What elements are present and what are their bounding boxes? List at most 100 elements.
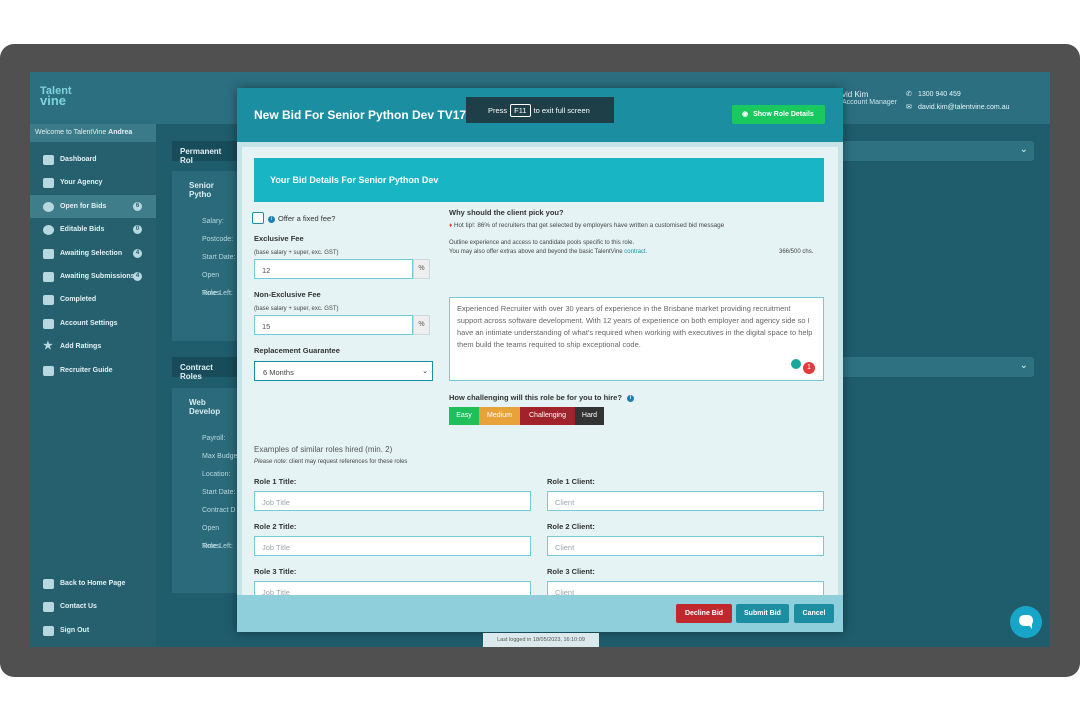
role-1-title-input[interactable]: Job Title: [254, 491, 531, 511]
difficulty-hard-button[interactable]: Hard: [575, 407, 604, 425]
sidebar-item-editable-bids[interactable]: Editable Bids 0: [30, 218, 156, 241]
sidebar-item-recruiter-guide[interactable]: Recruiter Guide: [30, 359, 156, 382]
nonexclusive-fee-label: Non-Exclusive Fee: [254, 290, 321, 299]
sidebar-item-label: Editable Bids: [60, 226, 105, 234]
phone-number[interactable]: 1300 940 459: [918, 91, 961, 98]
awaiting-submissions-count-badge: 4: [133, 271, 142, 281]
sidebar-item-completed[interactable]: Completed: [30, 288, 156, 311]
role-2-title-label: Role 2 Title:: [254, 522, 297, 531]
fixed-fee-label: i Offer a fixed fee?: [268, 214, 335, 223]
grammar-assistant-icon[interactable]: [791, 359, 801, 369]
sidebar-item-label: Your Agency: [60, 179, 103, 187]
contract-role-card-title: Web Develop: [189, 398, 221, 416]
submit-bid-button[interactable]: Submit Bid: [736, 604, 789, 623]
nonexclusive-fee-percent: %: [413, 315, 430, 335]
outline-note: Outline experience and access to candida…: [449, 240, 635, 246]
permanent-role-card-title: Senior Pytho: [189, 181, 214, 199]
permanent-roles-bar[interactable]: ⌄: [842, 141, 1034, 161]
sidebar-item-your-agency[interactable]: Your Agency: [30, 171, 156, 194]
role-2-client-input[interactable]: Client: [547, 536, 824, 556]
nonexclusive-fee-note: (base salary + super, exc. GST): [254, 306, 339, 312]
settings-icon: [43, 318, 54, 329]
guide-icon: [43, 365, 54, 376]
char-count: 366/500 chs.: [779, 249, 814, 255]
sidebar: Welcome to TalentVine Andrea Dashboard Y…: [30, 124, 156, 647]
card-row-time-left: Time Left:: [202, 543, 233, 550]
f11-key: F11: [510, 104, 531, 117]
sidebar-item-label: Sign Out: [60, 626, 90, 634]
sidebar-item-label: Dashboard: [60, 156, 97, 163]
show-role-details-label: Show Role Details: [753, 111, 814, 118]
sidebar-item-label: Recruiter Guide: [60, 366, 113, 374]
sidebar-item-add-ratings[interactable]: ★ Add Ratings: [30, 335, 156, 358]
role-1-client-input[interactable]: Client: [547, 491, 824, 511]
phone-icon: ✆: [906, 91, 912, 98]
contract-roles-header[interactable]: Contract Roles: [172, 357, 242, 381]
cancel-button[interactable]: Cancel: [794, 604, 834, 623]
role-3-client-label: Role 3 Client:: [547, 567, 595, 576]
email-address[interactable]: david.kim@talentvine.com.au: [918, 104, 1010, 111]
home-icon: [43, 579, 54, 589]
talentvine-logo[interactable]: Talent vine: [40, 86, 72, 108]
modal-footer: Decline Bid Submit Bid Cancel: [237, 595, 843, 632]
permanent-role-card[interactable]: Senior Pytho Salary: Postcode: Start Dat…: [172, 171, 238, 341]
examples-note-text: client may request references for these …: [289, 459, 408, 465]
sidebar-item-label: Completed: [60, 296, 97, 304]
sidebar-item-back-home[interactable]: Back to Home Page: [30, 572, 156, 595]
role-1-title-label: Role 1 Title:: [254, 477, 297, 486]
challenge-label: How challenging will this role be for yo…: [449, 393, 637, 402]
sidebar-item-label: Add Ratings: [60, 343, 102, 351]
card-row-contract-duration: Contract D: [202, 507, 236, 514]
role-2-client-label: Role 2 Client:: [547, 522, 595, 531]
bid-details-banner: Your Bid Details For Senior Python Dev: [254, 158, 824, 202]
user-upload-icon: [43, 271, 54, 282]
fullscreen-notice: Press F11 to exit full screen: [466, 97, 614, 123]
chevron-down-icon: ⌄: [1019, 360, 1028, 371]
decline-bid-button[interactable]: Decline Bid: [676, 604, 732, 623]
welcome-message: Welcome to TalentVine Andrea: [30, 124, 156, 142]
info-icon: i: [627, 394, 635, 402]
replacement-guarantee-value: 6 Months: [263, 368, 294, 377]
nonexclusive-fee-input[interactable]: 15: [254, 315, 413, 335]
contract-role-card[interactable]: Web Develop Payroll: Max Budge Location:…: [172, 388, 238, 593]
replacement-guarantee-select[interactable]: 6 Months ⌄: [254, 361, 433, 381]
chevron-down-icon: ⌄: [422, 368, 428, 375]
sidebar-item-dashboard[interactable]: Dashboard: [30, 148, 156, 171]
difficulty-challenging-button[interactable]: Challenging: [520, 407, 575, 425]
role-3-title-label: Role 3 Title:: [254, 567, 297, 576]
open-bids-count-badge: 6: [133, 201, 142, 211]
sidebar-item-awaiting-selection[interactable]: Awaiting Selection 4: [30, 242, 156, 265]
bid-message-textarea[interactable]: Experienced Recruiter with over 30 years…: [449, 297, 824, 381]
difficulty-medium-button[interactable]: Medium: [479, 407, 520, 425]
sidebar-item-awaiting-submissions[interactable]: Awaiting Submissions 4: [30, 265, 156, 288]
bids-icon: [43, 201, 54, 212]
account-manager-info: vid Kim Account Manager: [842, 90, 897, 106]
chat-button[interactable]: [1010, 606, 1042, 638]
spellcheck-icon[interactable]: 1: [803, 362, 815, 374]
challenge-label-text: How challenging will this role be for yo…: [449, 393, 622, 402]
editable-bids-count-badge: 0: [133, 225, 142, 235]
sidebar-item-label: Awaiting Selection: [60, 249, 123, 257]
show-role-details-button[interactable]: ◉ Show Role Details: [732, 105, 825, 124]
sidebar-bottom: Back to Home Page Contact Us Sign Out: [30, 572, 156, 642]
contract-roles-bar[interactable]: ⌄: [842, 357, 1034, 377]
fixed-fee-text: Offer a fixed fee?: [278, 214, 336, 223]
exclusive-fee-input[interactable]: 12: [254, 259, 413, 279]
sidebar-item-account-settings[interactable]: Account Settings: [30, 312, 156, 335]
modal-body: Your Bid Details For Senior Python Dev i…: [242, 147, 838, 600]
sidebar-item-sign-out[interactable]: Sign Out: [30, 619, 156, 642]
extras-note: You may also offer extras above and beyo…: [449, 249, 647, 255]
contract-link[interactable]: contract.: [624, 249, 647, 255]
fixed-fee-checkbox[interactable]: [252, 212, 264, 224]
permanent-roles-header[interactable]: Permanent Rol: [172, 141, 242, 165]
sidebar-item-contact-us[interactable]: Contact Us: [30, 595, 156, 618]
account-manager-name: vid Kim: [842, 90, 869, 99]
replacement-guarantee-label: Replacement Guarantee: [254, 346, 340, 355]
role-2-title-input[interactable]: Job Title: [254, 536, 531, 556]
card-row-start-date: Start Date:: [202, 254, 236, 261]
edit-icon: [43, 225, 54, 236]
sidebar-item-label: Open for Bids: [60, 202, 107, 210]
sidebar-item-open-for-bids[interactable]: Open for Bids 6: [30, 194, 156, 219]
welcome-prefix: Welcome to TalentVine: [35, 129, 107, 136]
difficulty-easy-button[interactable]: Easy: [449, 407, 479, 425]
